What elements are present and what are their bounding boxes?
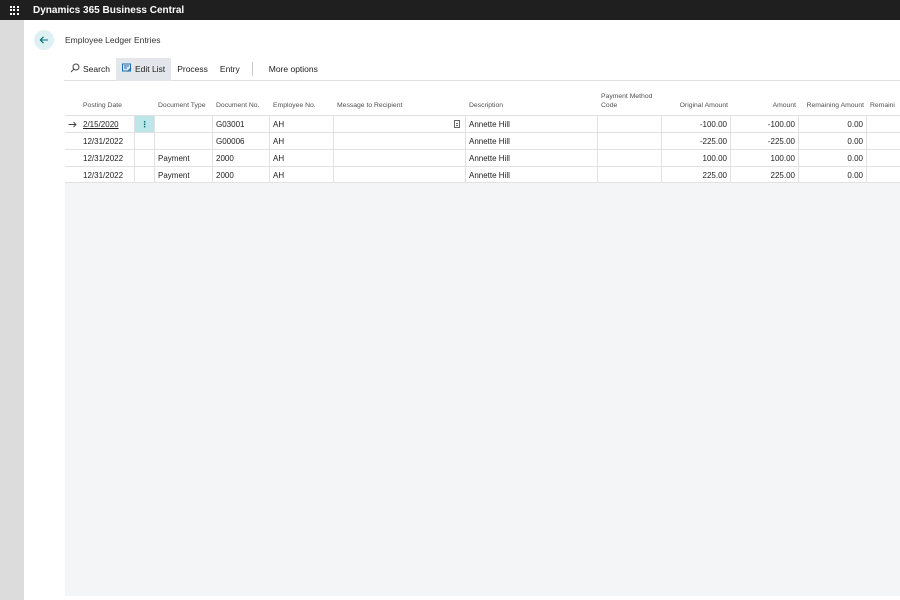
column-header-posting-date[interactable]: Posting Date bbox=[80, 84, 155, 115]
page-container: Employee Ledger Entries Search Edit List… bbox=[24, 20, 900, 600]
left-panel bbox=[0, 20, 24, 600]
table-row[interactable]: 2/15/2020 ⋮ G03001 AH Annette Hill -100.… bbox=[65, 115, 900, 132]
amount-cell[interactable]: 225.00 bbox=[731, 167, 799, 183]
remaining-amount-cell[interactable]: 0.00 bbox=[799, 133, 867, 149]
row-marker-cell bbox=[65, 133, 80, 149]
table-row[interactable]: 12/31/2022 Payment 2000 AH Annette Hill … bbox=[65, 166, 900, 183]
table-row[interactable]: 12/31/2022 Payment 2000 AH Annette Hill … bbox=[65, 149, 900, 166]
description-cell[interactable]: Annette Hill bbox=[466, 167, 598, 183]
row-actions-icon[interactable]: ⋮ bbox=[135, 116, 155, 132]
employee-no-cell[interactable]: AH bbox=[270, 116, 334, 132]
edit-list-label: Edit List bbox=[134, 64, 166, 74]
payment-method-code-cell[interactable] bbox=[598, 150, 662, 166]
back-arrow-icon[interactable] bbox=[34, 30, 54, 50]
edit-list-icon bbox=[121, 63, 132, 75]
payment-method-code-cell[interactable] bbox=[598, 167, 662, 183]
posting-date-cell[interactable]: 12/31/2022 bbox=[80, 133, 135, 149]
app-launcher-icon[interactable] bbox=[0, 0, 28, 20]
note-icon[interactable] bbox=[454, 120, 460, 128]
employee-no-cell[interactable]: AH bbox=[270, 150, 334, 166]
original-amount-cell[interactable]: 100.00 bbox=[662, 150, 731, 166]
remaining-amount-cell[interactable]: 0.00 bbox=[799, 116, 867, 132]
row-actions-cell[interactable] bbox=[135, 133, 155, 149]
more-options-button[interactable]: More options bbox=[263, 58, 324, 81]
description-cell[interactable]: Annette Hill bbox=[466, 133, 598, 149]
posting-date-cell[interactable]: 2/15/2020 bbox=[80, 116, 135, 132]
table-row[interactable]: 12/31/2022 G00006 AH Annette Hill -225.0… bbox=[65, 132, 900, 149]
document-type-cell[interactable]: Payment bbox=[155, 167, 213, 183]
document-no-cell[interactable]: G03001 bbox=[213, 116, 270, 132]
original-amount-cell[interactable]: -100.00 bbox=[662, 116, 731, 132]
column-header-remaining-amount[interactable]: Remaining Amount bbox=[799, 84, 867, 115]
column-header-payment-method-code[interactable]: Payment Method Code bbox=[598, 84, 662, 115]
top-bar: Dynamics 365 Business Central bbox=[0, 0, 900, 20]
payment-method-code-cell[interactable] bbox=[598, 116, 662, 132]
page-title: Employee Ledger Entries bbox=[65, 35, 161, 45]
column-header-remaining-truncated[interactable]: Remaini bbox=[867, 84, 900, 115]
process-menu[interactable]: Process bbox=[171, 58, 214, 81]
description-cell[interactable]: Annette Hill bbox=[466, 150, 598, 166]
payment-method-code-cell[interactable] bbox=[598, 133, 662, 149]
column-header-row: Posting Date Document Type Document No. … bbox=[65, 84, 900, 115]
remaining-amount-cell[interactable]: 0.00 bbox=[799, 150, 867, 166]
message-to-recipient-cell[interactable] bbox=[334, 133, 466, 149]
column-header-document-type[interactable]: Document Type bbox=[155, 84, 213, 115]
search-label: Search bbox=[83, 64, 110, 74]
document-type-cell[interactable] bbox=[155, 133, 213, 149]
employee-no-cell[interactable]: AH bbox=[270, 167, 334, 183]
row-marker-cell bbox=[65, 150, 80, 166]
document-no-cell[interactable]: G00006 bbox=[213, 133, 270, 149]
row-actions-cell[interactable] bbox=[135, 167, 155, 183]
current-row-arrow-icon bbox=[65, 116, 80, 132]
document-no-cell[interactable]: 2000 bbox=[213, 167, 270, 183]
column-header-employee-no[interactable]: Employee No. bbox=[270, 84, 334, 115]
row-marker-cell bbox=[65, 167, 80, 183]
document-type-cell[interactable] bbox=[155, 116, 213, 132]
column-header-original-amount[interactable]: Original Amount bbox=[662, 84, 731, 115]
column-header-document-no[interactable]: Document No. bbox=[213, 84, 270, 115]
search-button[interactable]: Search bbox=[64, 58, 116, 81]
action-bar: Search Edit List Process Entry More opti… bbox=[64, 57, 900, 81]
row-actions-cell[interactable] bbox=[135, 150, 155, 166]
search-icon bbox=[70, 63, 80, 75]
amount-cell[interactable]: 100.00 bbox=[731, 150, 799, 166]
employee-no-cell[interactable]: AH bbox=[270, 133, 334, 149]
document-no-cell[interactable]: 2000 bbox=[213, 150, 270, 166]
posting-date-cell[interactable]: 12/31/2022 bbox=[80, 167, 135, 183]
column-header-description[interactable]: Description bbox=[466, 84, 598, 115]
message-to-recipient-cell[interactable] bbox=[334, 150, 466, 166]
remaining-amount-cell[interactable]: 0.00 bbox=[799, 167, 867, 183]
description-cell[interactable]: Annette Hill bbox=[466, 116, 598, 132]
toolbar-divider bbox=[251, 62, 253, 76]
amount-cell[interactable]: -225.00 bbox=[731, 133, 799, 149]
amount-cell[interactable]: -100.00 bbox=[731, 116, 799, 132]
original-amount-cell[interactable]: 225.00 bbox=[662, 167, 731, 183]
posting-date-cell[interactable]: 12/31/2022 bbox=[80, 150, 135, 166]
original-amount-cell[interactable]: -225.00 bbox=[662, 133, 731, 149]
column-header-message-to-recipient[interactable]: Message to Recipient bbox=[334, 84, 466, 115]
document-type-cell[interactable]: Payment bbox=[155, 150, 213, 166]
message-to-recipient-cell[interactable] bbox=[334, 167, 466, 183]
column-header-amount[interactable]: Amount bbox=[731, 84, 799, 115]
entry-menu[interactable]: Entry bbox=[214, 58, 246, 81]
edit-list-button[interactable]: Edit List bbox=[115, 57, 172, 81]
message-to-recipient-cell[interactable] bbox=[334, 116, 466, 132]
app-title[interactable]: Dynamics 365 Business Central bbox=[33, 5, 184, 16]
